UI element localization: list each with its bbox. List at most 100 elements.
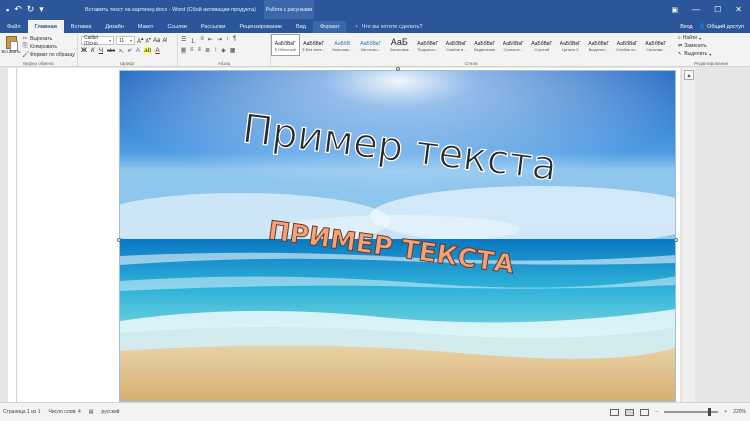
text-effects-icon[interactable]: A bbox=[136, 47, 140, 54]
language[interactable]: русский bbox=[101, 409, 119, 415]
wordart-subtitle[interactable]: ПРИМЕР ТЕКСТА bbox=[266, 215, 517, 280]
style-sample: АаБбВвГ bbox=[445, 41, 467, 47]
redo-icon[interactable]: ↻ bbox=[27, 4, 35, 15]
style-item[interactable]: АаБбВвГ Подзагол... bbox=[414, 34, 443, 56]
style-item[interactable]: АаБбВвГ ¶ Без инте... bbox=[300, 34, 329, 56]
bold-icon[interactable]: Ж bbox=[81, 47, 87, 54]
change-case-icon[interactable]: Aa bbox=[153, 38, 160, 44]
style-item[interactable]: АаБбВвГ Заголово... bbox=[357, 34, 386, 56]
read-mode-icon[interactable] bbox=[610, 408, 620, 416]
ribbon-options-icon[interactable]: ▣ bbox=[672, 6, 679, 14]
chevron-down-icon: ▾ bbox=[108, 38, 111, 43]
tab-mailings[interactable]: Рассылки bbox=[194, 21, 233, 33]
shading-icon[interactable]: ◈ bbox=[221, 47, 226, 54]
close-icon[interactable]: ✕ bbox=[735, 5, 742, 14]
style-item[interactable]: АаБбВвГ Сильное... bbox=[499, 34, 528, 56]
zoom-level[interactable]: 220% bbox=[733, 409, 746, 415]
zoom-slider[interactable] bbox=[664, 408, 719, 416]
font-color-icon[interactable]: A bbox=[155, 47, 159, 54]
cut-button[interactable]: ✂ Вырезать bbox=[22, 35, 75, 43]
style-item[interactable]: АаБбВ Заголово... bbox=[328, 34, 357, 56]
vertical-scrollbar[interactable]: ▴ bbox=[681, 68, 695, 402]
numbering-icon[interactable]: ⒈ bbox=[190, 36, 196, 45]
editing-group: ⌕ Найти ▾ ⇄ Заменить ↖ Выделить ▾ Редактирова… bbox=[674, 34, 748, 66]
tab-design[interactable]: Дизайн bbox=[98, 21, 131, 33]
tab-references[interactable]: Ссылки bbox=[160, 21, 193, 33]
customize-qat-icon[interactable]: ▾ bbox=[39, 4, 44, 15]
resize-handle-left[interactable] bbox=[117, 238, 121, 242]
rotate-handle[interactable] bbox=[396, 67, 400, 71]
style-item[interactable]: АаБбВвГ Слабая сс... bbox=[613, 34, 642, 56]
shrink-font-icon[interactable]: A▾ bbox=[146, 36, 151, 45]
increase-indent-icon[interactable]: ⇥ bbox=[217, 36, 222, 45]
paste-button[interactable]: Вставить bbox=[1, 35, 21, 59]
underline-icon[interactable]: Ч bbox=[99, 47, 103, 54]
style-item[interactable]: АаБбВвГ Выделен... bbox=[585, 34, 614, 56]
tab-file[interactable]: Файл bbox=[0, 21, 28, 33]
proofing-icon[interactable]: ▤ bbox=[89, 409, 94, 415]
clear-formatting-icon[interactable]: A̸ bbox=[162, 38, 166, 44]
save-icon[interactable]: ▪ bbox=[6, 5, 9, 15]
style-sample: АаБбВвГ bbox=[588, 41, 610, 47]
style-item[interactable]: АаБ Заголовок bbox=[385, 34, 414, 56]
print-layout-icon[interactable] bbox=[625, 408, 635, 416]
tab-layout[interactable]: Макет bbox=[131, 21, 161, 33]
bullets-icon[interactable]: ☰ bbox=[181, 36, 186, 45]
superscript-icon[interactable]: x² bbox=[128, 48, 132, 54]
style-item[interactable]: АаБбВвГ ¶ Обычный bbox=[271, 34, 300, 56]
web-layout-icon[interactable] bbox=[640, 408, 650, 416]
tab-review[interactable]: Рецензирование bbox=[233, 21, 289, 33]
font-size-select[interactable]: 11 ▾ bbox=[116, 36, 135, 45]
strikethrough-icon[interactable]: abc bbox=[107, 48, 115, 54]
justify-icon[interactable]: ≣ bbox=[205, 47, 210, 54]
resize-handle-right[interactable] bbox=[674, 238, 678, 242]
multilevel-list-icon[interactable]: ≡ bbox=[200, 36, 204, 45]
style-sample: АаБ bbox=[390, 37, 408, 47]
tab-insert[interactable]: Вставка bbox=[64, 21, 98, 33]
show-marks-icon[interactable]: ¶ bbox=[233, 36, 236, 45]
format-painter-button[interactable]: 🖌 Формат по образцу bbox=[22, 51, 75, 59]
word-count[interactable]: Число слов: 4 bbox=[48, 409, 80, 415]
style-sample: АаБбВвГ bbox=[645, 41, 667, 47]
share-button[interactable]: 👤 Общий доступ bbox=[699, 24, 744, 30]
maximize-icon[interactable]: ☐ bbox=[714, 5, 721, 14]
style-item[interactable]: АаБбВвГ Цитата 2 bbox=[556, 34, 585, 56]
style-item[interactable]: АаБбВвГ Строгий bbox=[528, 34, 557, 56]
zoom-out-icon[interactable]: − bbox=[655, 409, 658, 415]
inserted-picture[interactable]: Пример текста ПРИМЕР ТЕКСТА bbox=[119, 70, 676, 402]
tab-format[interactable]: Формат bbox=[312, 21, 347, 33]
borders-icon[interactable]: ▦ bbox=[230, 47, 236, 54]
font-name-select[interactable]: Calibri (Осно ▾ bbox=[81, 35, 114, 47]
sign-in-link[interactable]: Вход bbox=[680, 24, 692, 30]
chevron-down-icon: ▾ bbox=[129, 38, 132, 43]
align-center-icon[interactable]: ≡ bbox=[190, 47, 194, 54]
wordart-layer: Пример текста ПРИМЕР ТЕКСТА bbox=[239, 105, 560, 280]
select-button[interactable]: ↖ Выделить ▾ bbox=[674, 50, 748, 58]
subscript-icon[interactable]: x₂ bbox=[119, 48, 123, 54]
align-right-icon[interactable]: ≡ bbox=[198, 47, 202, 54]
minimize-icon[interactable]: — bbox=[692, 5, 700, 14]
tab-view[interactable]: Вид bbox=[289, 21, 313, 33]
wordart-title[interactable]: Пример текста bbox=[239, 105, 560, 190]
tell-me-box[interactable]: ♀ Что вы хотите сделать? bbox=[354, 21, 422, 33]
undo-icon[interactable]: ↶ bbox=[14, 4, 22, 15]
find-button[interactable]: ⌕ Найти ▾ bbox=[674, 34, 748, 42]
italic-icon[interactable]: К bbox=[91, 47, 95, 54]
page-count[interactable]: Страница 1 из 1 bbox=[3, 409, 40, 415]
grow-font-icon[interactable]: A▴ bbox=[137, 36, 144, 45]
replace-button[interactable]: ⇄ Заменить bbox=[674, 42, 748, 50]
decrease-indent-icon[interactable]: ⇤ bbox=[208, 36, 213, 45]
highlight-icon[interactable]: ab bbox=[144, 47, 152, 54]
tab-home[interactable]: Главная bbox=[27, 20, 64, 33]
sort-icon[interactable]: ↕ bbox=[226, 36, 229, 45]
copy-button[interactable]: ⎘ Копировать bbox=[22, 43, 75, 50]
align-left-icon[interactable]: ≣ bbox=[181, 47, 187, 54]
style-item[interactable]: АаБбВвГ Сильная... bbox=[642, 34, 671, 56]
zoom-slider-thumb[interactable] bbox=[708, 408, 712, 416]
style-item[interactable]: АаБбВвГ Слабое в... bbox=[442, 34, 471, 56]
line-spacing-icon[interactable]: ↕ bbox=[214, 47, 217, 54]
style-item[interactable]: АаБбВвГ Выделение bbox=[471, 34, 500, 56]
zoom-in-icon[interactable]: + bbox=[724, 409, 727, 415]
search-icon: ⌕ bbox=[678, 35, 681, 41]
scroll-up-icon[interactable]: ▴ bbox=[684, 70, 694, 80]
